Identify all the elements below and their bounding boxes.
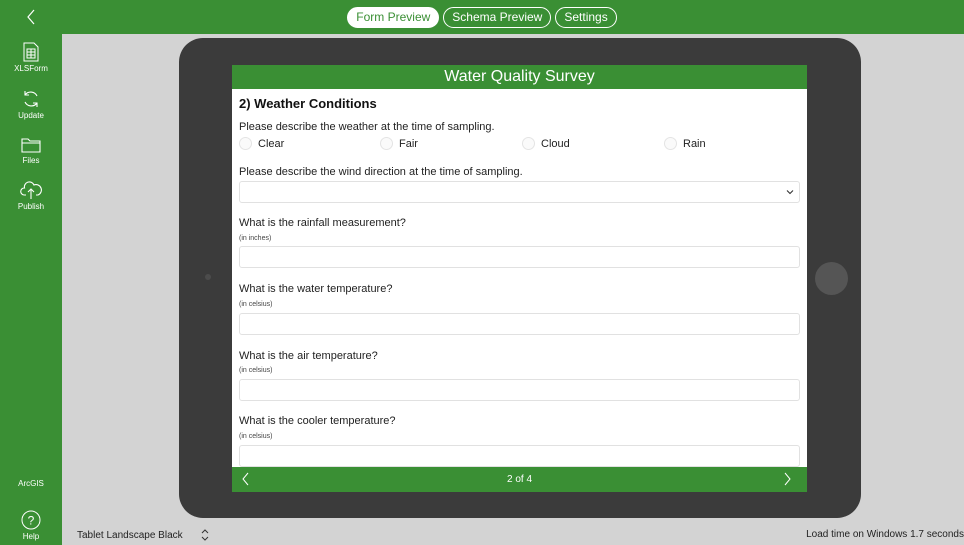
up-down-chevron-icon (201, 529, 208, 541)
cooler-temp-input[interactable] (239, 445, 800, 467)
water-temp-input[interactable] (239, 313, 800, 335)
help-icon: ? (21, 510, 41, 530)
status-bar: Tablet Landscape Black Load time on Wind… (62, 526, 964, 545)
radio-circle (522, 137, 535, 150)
svg-text:?: ? (28, 514, 35, 528)
load-time-text: Load time on Windows 1.7 seconds (806, 529, 964, 540)
group-title: 2) Weather Conditions (239, 96, 377, 111)
top-bar: Form Preview Schema Preview Settings (0, 0, 964, 34)
cooler-temp-hint: (in celsius) (239, 433, 273, 440)
form-body: 2) Weather Conditions Please describe th… (232, 89, 807, 467)
form-preview-screen: Water Quality Survey 2) Weather Conditio… (232, 65, 807, 492)
sidebar: XLSForm Update Files Publish ArcGIS ? He… (0, 34, 62, 545)
chevron-left-icon (27, 9, 35, 25)
air-temp-hint: (in celsius) (239, 367, 273, 374)
wind-direction-select[interactable] (239, 181, 800, 203)
sidebar-item-files[interactable]: Files (0, 136, 62, 165)
sidebar-item-label: Update (18, 111, 44, 120)
form-title: Water Quality Survey (232, 65, 807, 89)
radio-label: Rain (683, 137, 706, 150)
air-temp-input[interactable] (239, 379, 800, 401)
air-temp-question-label: What is the air temperature? (239, 350, 378, 362)
help-button[interactable]: ? Help (0, 510, 62, 541)
sidebar-item-xlsform[interactable]: XLSForm (0, 42, 62, 73)
next-page-button[interactable] (783, 470, 799, 488)
device-label: Tablet Landscape Black (77, 529, 183, 541)
sidebar-item-label: XLSForm (14, 64, 48, 73)
spreadsheet-icon (23, 42, 39, 62)
water-temp-question-label: What is the water temperature? (239, 283, 393, 295)
device-selector[interactable]: Tablet Landscape Black (77, 529, 209, 541)
wind-question-label: Please describe the wind direction at th… (239, 166, 523, 178)
radio-label: Clear (258, 137, 285, 150)
radio-circle (664, 137, 677, 150)
tablet-home-button (815, 262, 848, 295)
radio-rain[interactable]: Rain (664, 137, 706, 150)
tablet-camera (205, 274, 211, 280)
arcgis-label: ArcGIS (18, 479, 44, 488)
folder-icon (21, 138, 41, 153)
form-footer: 2 of 4 (232, 467, 807, 492)
help-label: Help (22, 532, 40, 541)
back-button[interactable] (0, 0, 62, 34)
radio-label: Fair (399, 137, 418, 150)
radio-label: Cloud (541, 137, 570, 150)
rainfall-input[interactable] (239, 246, 800, 268)
radio-fair[interactable]: Fair (380, 137, 418, 150)
chevron-right-icon (784, 472, 791, 486)
chevron-down-icon (786, 190, 794, 195)
view-tabs: Form Preview Schema Preview Settings (0, 0, 964, 34)
cooler-temp-question-label: What is the cooler temperature? (239, 415, 396, 427)
tab-schema-preview[interactable]: Schema Preview (443, 6, 552, 28)
sidebar-item-label: Publish (17, 202, 45, 211)
sidebar-item-update[interactable]: Update (0, 89, 62, 120)
sidebar-item-publish[interactable]: Publish (0, 180, 62, 211)
radio-cloud[interactable]: Cloud (522, 137, 570, 150)
arcgis-logo: ArcGIS (0, 477, 62, 488)
rainfall-question-label: What is the rainfall measurement? (239, 217, 406, 229)
weather-question-label: Please describe the weather at the time … (239, 121, 495, 133)
refresh-icon (24, 91, 38, 107)
sidebar-item-label: Files (22, 156, 40, 165)
cloud-upload-icon (20, 181, 42, 199)
tab-form-preview[interactable]: Form Preview (347, 6, 440, 28)
radio-circle (239, 137, 252, 150)
rainfall-hint: (in inches) (239, 235, 272, 242)
radio-circle (380, 137, 393, 150)
page-indicator: 2 of 4 (506, 474, 533, 485)
radio-clear[interactable]: Clear (239, 137, 284, 150)
tab-settings[interactable]: Settings (555, 6, 617, 28)
water-temp-hint: (in celsius) (239, 301, 273, 308)
